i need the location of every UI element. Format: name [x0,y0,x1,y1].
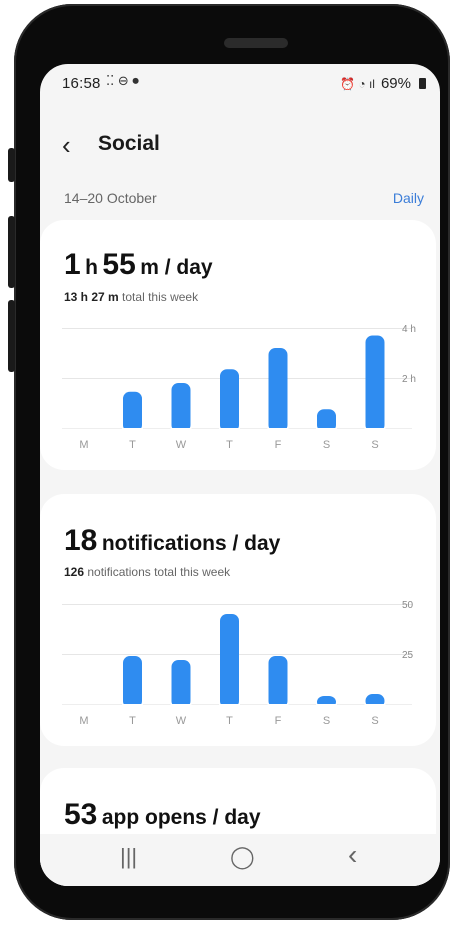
screen-time-y-tick: 4 h [402,324,416,335]
notifications-x-label: S [323,715,330,727]
screen-time-chart: 4 h 2 h M T W T F S S [62,324,416,451]
screen-time-x-label: W [176,439,187,451]
notifications-value: 18 [64,524,98,557]
status-bar: 16:58 ⁚⁚ ⊖ ⏺ ⏰ ◔ ıl 69% [40,64,440,104]
notifications-y-tick: 50 [402,600,414,611]
status-time: 16:58 [62,75,101,92]
recents-icon[interactable]: ||| [120,844,137,870]
screen-time-bar-base-mask [170,428,192,434]
notifications-bar-base-mask [316,704,337,710]
notifications-bar-base-mask [219,704,240,710]
hours-value: 1 [64,248,81,281]
notifications-card[interactable]: 18 notifications / day 126 notifications… [40,494,436,746]
screen-time-bar-base-mask [316,428,337,434]
screen: 16:58 ⁚⁚ ⊖ ⏺ ⏰ ◔ ıl 69% ‹ Social 14–20 O… [40,64,440,886]
screen-time-x-label: S [323,439,330,451]
screen-time-bar[interactable] [220,369,239,432]
notifications-x-label: W [176,715,187,727]
screen-time-bar-base-mask [122,428,143,434]
hours-unit: h [85,256,98,279]
notifications-bar-base-mask [364,704,386,710]
notifications-x-label: M [79,715,88,727]
back-arrow-icon[interactable]: ‹ [62,130,71,160]
battery-icon [419,78,426,89]
notifications-bar[interactable] [171,660,191,708]
navigation-bar: ||| ◯ ‹ [40,834,440,886]
notifications-average: 18 notifications / day [64,524,280,558]
signal-icons: ⏰ ◔ ıl [340,76,375,91]
notifications-bar[interactable] [123,656,142,708]
app-opens-unit: app opens / day [101,806,261,829]
screen-time-x-label: M [79,439,88,451]
home-icon[interactable]: ◯ [230,844,255,870]
speaker-grille [224,38,288,48]
notifications-bar-base-mask [170,704,192,710]
screen-time-bar-base-mask [219,428,240,434]
notifications-bar[interactable] [268,656,288,708]
volume-button [8,216,15,288]
app-opens-value: 53 [64,798,98,831]
notifications-x-label: S [371,715,378,727]
screen-time-total: 13 h 27 m total this week [64,290,198,304]
notifications-x-label: T [129,715,136,727]
screen-time-bar[interactable] [171,383,191,432]
notifications-total-label: notifications total this week [87,565,231,579]
screen-time-bar[interactable] [268,348,288,432]
screen-time-bar[interactable] [123,391,142,432]
notifications-bar-base-mask [267,704,289,710]
screen-time-bar-base-mask [364,428,386,434]
screen-time-bar-base-mask [267,428,289,434]
notifications-total: 126 notifications total this week [64,565,230,579]
battery-percent: 69% [380,75,411,92]
notifications-x-label: T [226,715,233,727]
back-nav-icon[interactable]: ‹ [348,839,357,871]
screen-time-average: 1 h 55 m / day [64,248,213,282]
screen-time-y-tick: 2 h [402,374,416,385]
daily-toggle[interactable]: Daily [393,190,424,206]
date-range: 14–20 October [64,190,157,206]
screen-time-bar[interactable] [365,335,385,433]
power-button [8,300,15,372]
notifications-bar-base-mask [122,704,143,710]
notifications-total-value: 126 [64,565,85,579]
screen-time-x-label: F [275,439,282,451]
screen-time-x-label: T [129,439,136,451]
total-value: 13 h 27 m [64,290,119,304]
total-label: total this week [122,290,199,304]
app-header: ‹ Social [40,126,440,166]
side-button [8,148,15,182]
screen-time-x-label: T [226,439,233,451]
notifications-unit: notifications / day [101,532,281,555]
notifications-y-tick: 25 [402,650,414,661]
notification-icons: ⁚⁚ ⊖ ⏺ [106,73,139,88]
notifications-bar[interactable] [220,614,239,708]
minutes-value: 55 [102,248,136,281]
minutes-unit: m / day [140,256,213,279]
app-opens-average: 53 app opens / day [64,798,261,832]
notifications-x-label: F [275,715,282,727]
screen-time-x-label: S [371,439,378,451]
page-title: Social [98,132,160,155]
screen-time-card[interactable]: 1 h 55 m / day 13 h 27 m total this week… [40,220,436,470]
date-row: 14–20 October Daily [40,188,440,212]
notifications-chart: 50 25 M T W T F S S [62,600,414,727]
status-right: ⏰ ◔ ıl 69% [340,75,426,92]
